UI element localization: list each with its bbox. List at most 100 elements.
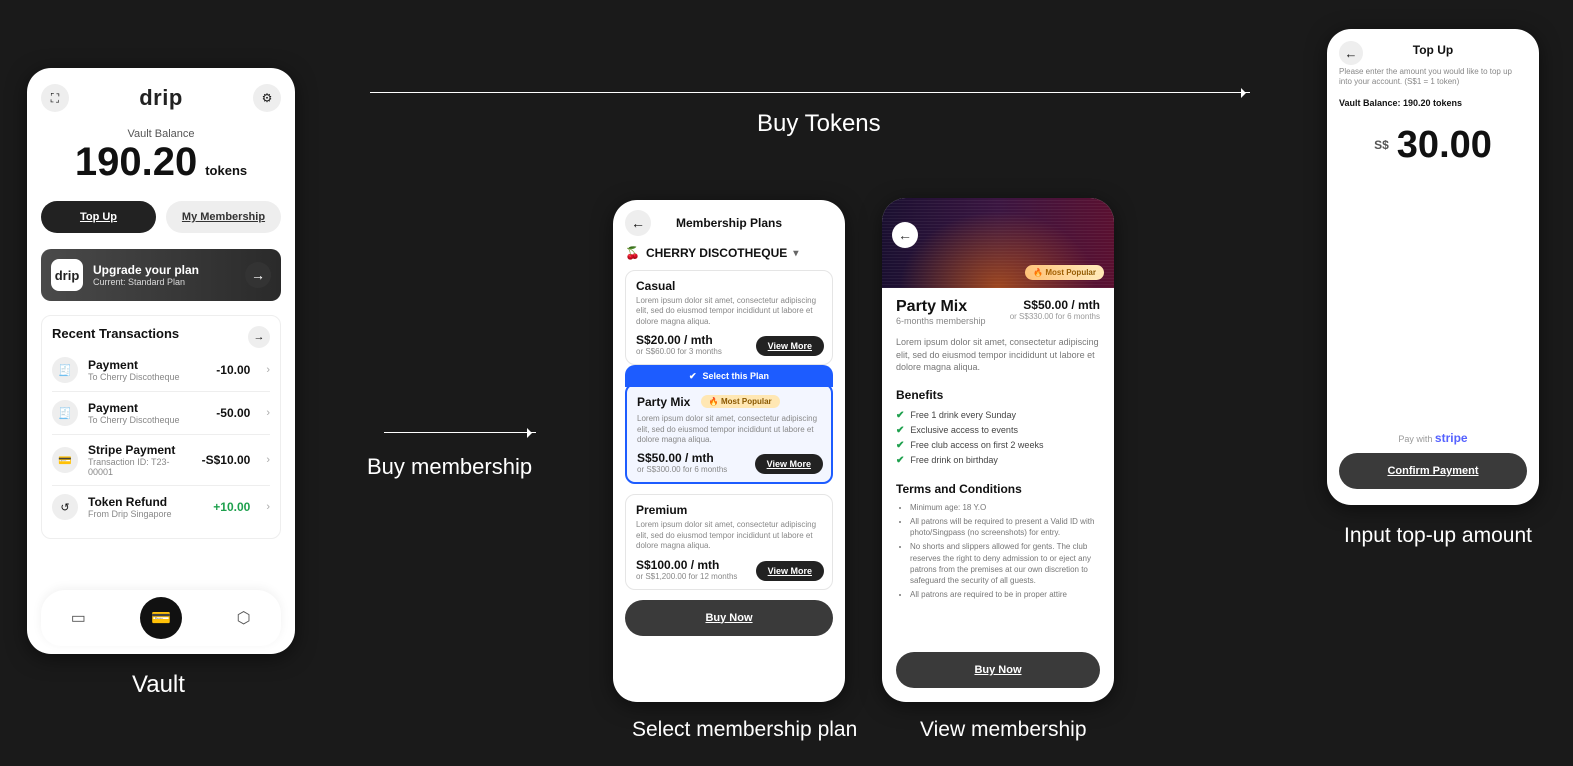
check-icon: ✔ bbox=[896, 440, 904, 451]
plan-card-casual: Casual Lorem ipsum dolor sit amet, conse… bbox=[625, 270, 833, 365]
vault-screen: ⛶ drip ⚙ Vault Balance 190.20 tokens Top… bbox=[27, 68, 295, 654]
gear-icon[interactable]: ⚙ bbox=[253, 84, 281, 112]
benefit-row: ✔Free 1 drink every Sunday bbox=[896, 408, 1100, 423]
arrow-buy-membership bbox=[384, 432, 536, 433]
term-item: No shorts and slippers allowed for gents… bbox=[910, 541, 1100, 586]
label-buy-membership: Buy membership bbox=[367, 454, 532, 480]
tx-name: Payment bbox=[88, 358, 206, 372]
label-input-topup: Input top-up amount bbox=[1344, 524, 1532, 548]
currency-label: S$ bbox=[1374, 138, 1389, 152]
term-item: All patrons are required to be in proper… bbox=[910, 589, 1100, 600]
upgrade-sub: Current: Standard Plan bbox=[93, 277, 199, 287]
payment-icon: 🧾 bbox=[52, 400, 78, 426]
terms-title: Terms and Conditions bbox=[896, 482, 1100, 496]
amount-input[interactable]: S$ 30.00 bbox=[1339, 124, 1527, 167]
tx-name: Payment bbox=[88, 401, 206, 415]
select-banner: ✔ Select this Plan bbox=[625, 365, 833, 387]
pay-with-row: Pay with stripe bbox=[1339, 431, 1527, 445]
chevron-right-icon: → bbox=[245, 262, 271, 288]
tx-amount: -S$10.00 bbox=[202, 453, 251, 467]
view-more-button[interactable]: View More bbox=[755, 454, 823, 474]
plan-price: S$50.00 / mth bbox=[1010, 298, 1100, 312]
balance-unit: tokens bbox=[205, 163, 247, 178]
plan-card-premium: Premium Lorem ipsum dolor sit amet, cons… bbox=[625, 494, 833, 589]
app-logo-small: drip bbox=[51, 259, 83, 291]
check-icon: ✔ bbox=[896, 410, 904, 421]
balance-label: Vault Balance bbox=[41, 128, 281, 140]
refund-icon: ↺ bbox=[52, 494, 78, 520]
view-membership-screen: ← 🔥 Most Popular Party Mix 6-months memb… bbox=[882, 198, 1114, 702]
check-icon: ✔ bbox=[689, 371, 697, 382]
popular-badge: 🔥 Most Popular bbox=[701, 395, 780, 408]
tx-name: Stripe Payment bbox=[88, 443, 192, 457]
tx-row[interactable]: 🧾 Payment To Cherry Discotheque -10.00 › bbox=[52, 349, 270, 391]
benefit-row: ✔Free club access on first 2 weeks bbox=[896, 438, 1100, 453]
benefit-row: ✔Exclusive access to events bbox=[896, 423, 1100, 438]
chevron-down-icon: ▾ bbox=[793, 248, 798, 259]
buy-now-button[interactable]: Buy Now bbox=[625, 600, 833, 636]
plan-sub: 6-months membership bbox=[896, 316, 986, 326]
ticket-icon[interactable]: ▭ bbox=[65, 605, 91, 631]
view-more-button[interactable]: View More bbox=[756, 336, 824, 356]
back-icon[interactable]: ← bbox=[892, 222, 918, 248]
my-membership-button[interactable]: My Membership bbox=[166, 201, 281, 233]
see-all-icon[interactable]: → bbox=[248, 326, 270, 348]
plan-card-partymix: ✔ Select this Plan Party Mix 🔥 Most Popu… bbox=[625, 383, 833, 484]
term-item: All patrons will be required to present … bbox=[910, 516, 1100, 538]
app-logo: drip bbox=[139, 85, 183, 111]
benefit-row: ✔Free drink on birthday bbox=[896, 453, 1100, 468]
plan-desc: Lorem ipsum dolor sit amet, consectetur … bbox=[636, 296, 822, 327]
amount-value: 30.00 bbox=[1397, 124, 1492, 167]
upgrade-card[interactable]: drip Upgrade your plan Current: Standard… bbox=[41, 249, 281, 301]
tx-amount: +10.00 bbox=[213, 500, 250, 514]
arrow-buy-tokens bbox=[370, 92, 1250, 93]
stripe-logo: stripe bbox=[1435, 431, 1468, 445]
back-icon[interactable]: ← bbox=[1339, 41, 1363, 65]
plan-name: Casual bbox=[636, 279, 822, 293]
chevron-right-icon: › bbox=[266, 501, 270, 513]
terms-list: Minimum age: 18 Y.O All patrons will be … bbox=[896, 502, 1100, 601]
tx-amount: -50.00 bbox=[216, 406, 250, 420]
balance-amount: 190.20 bbox=[75, 140, 197, 185]
wallet-icon[interactable]: 💳 bbox=[140, 597, 182, 639]
plan-alt: or S$330.00 for 6 months bbox=[1010, 312, 1100, 321]
chevron-right-icon: › bbox=[266, 407, 270, 419]
tx-row[interactable]: 💳 Stripe Payment Transaction ID: T23-000… bbox=[52, 434, 270, 485]
chevron-right-icon: › bbox=[266, 454, 270, 466]
view-more-button[interactable]: View More bbox=[756, 561, 824, 581]
tx-row[interactable]: ↺ Token Refund From Drip Singapore +10.0… bbox=[52, 485, 270, 528]
buy-now-button[interactable]: Buy Now bbox=[896, 652, 1100, 688]
page-title: Top Up bbox=[1339, 43, 1527, 57]
plan-desc: Lorem ipsum dolor sit amet, consectetur … bbox=[896, 336, 1100, 374]
card-icon: 💳 bbox=[52, 447, 78, 473]
plans-screen: ← Membership Plans 🍒 CHERRY DISCOTHEQUE … bbox=[613, 200, 845, 702]
tx-sub: To Cherry Discotheque bbox=[88, 372, 206, 382]
tx-amount: -10.00 bbox=[216, 363, 250, 377]
benefits-title: Benefits bbox=[896, 388, 1100, 402]
plan-desc: Lorem ipsum dolor sit amet, consectetur … bbox=[636, 520, 822, 551]
scan-icon[interactable]: ⛶ bbox=[41, 84, 69, 112]
recent-header: Recent Transactions bbox=[52, 326, 179, 341]
topup-hint: Please enter the amount you would like t… bbox=[1339, 67, 1527, 88]
tx-row[interactable]: 🧾 Payment To Cherry Discotheque -50.00 › bbox=[52, 391, 270, 434]
topup-button[interactable]: Top Up bbox=[41, 201, 156, 233]
label-vault: Vault bbox=[132, 671, 185, 699]
confirm-payment-button[interactable]: Confirm Payment bbox=[1339, 453, 1527, 489]
term-item: Minimum age: 18 Y.O bbox=[910, 502, 1100, 513]
chevron-right-icon: › bbox=[266, 364, 270, 376]
plan-name: Party Mix bbox=[896, 298, 986, 316]
cherry-icon: 🍒 bbox=[625, 246, 640, 260]
topup-screen: ← Top Up Please enter the amount you wou… bbox=[1327, 29, 1539, 505]
label-select-plan: Select membership plan bbox=[632, 718, 857, 742]
payment-icon: 🧾 bbox=[52, 357, 78, 383]
check-icon: ✔ bbox=[896, 455, 904, 466]
box-icon[interactable]: ⬡ bbox=[231, 605, 257, 631]
back-icon[interactable]: ← bbox=[625, 210, 651, 236]
label-buy-tokens: Buy Tokens bbox=[757, 110, 881, 138]
tx-sub: Transaction ID: T23-00001 bbox=[88, 457, 192, 477]
label-view-membership: View membership bbox=[920, 718, 1087, 742]
bottom-nav: ▭ 💳 ⬡ bbox=[41, 590, 281, 646]
tx-name: Token Refund bbox=[88, 495, 203, 509]
venue-dropdown[interactable]: 🍒 CHERRY DISCOTHEQUE ▾ bbox=[625, 246, 833, 260]
popular-badge: 🔥 Most Popular bbox=[1025, 265, 1104, 280]
